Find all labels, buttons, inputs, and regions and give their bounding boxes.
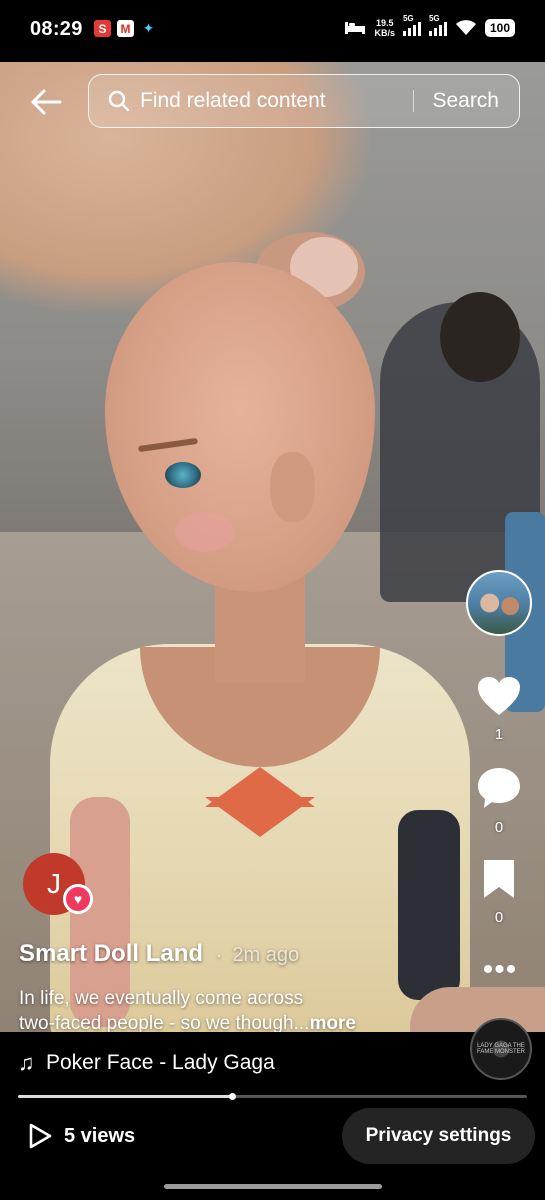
doll-ear xyxy=(270,452,315,522)
author-separator: · xyxy=(215,945,222,965)
album-disc-text: LADY GAGA THE FAME MONSTER xyxy=(476,1043,525,1055)
doll-eye xyxy=(165,462,201,488)
battery-icon: 100 xyxy=(484,19,515,37)
author-name[interactable]: Smart Doll Land xyxy=(19,940,203,967)
back-arrow-icon xyxy=(31,89,62,115)
bed-icon xyxy=(345,22,366,34)
follow-button[interactable]: ♥ xyxy=(63,884,93,914)
shopee-icon: S xyxy=(94,20,111,37)
views-count: 5 views xyxy=(64,1124,136,1147)
caption[interactable]: In life, we eventually come across two-f… xyxy=(19,986,439,1036)
home-indicator[interactable] xyxy=(164,1184,382,1189)
wifi-icon xyxy=(455,20,476,35)
like-button[interactable]: 1 xyxy=(466,675,532,743)
heart-icon xyxy=(478,677,520,715)
network-speed: 19.5 KB/s xyxy=(374,18,395,38)
search-icon xyxy=(108,90,130,112)
signal-icon: 5G xyxy=(402,14,421,36)
notification-icons: S M ✦ xyxy=(94,20,157,37)
doll-cheek xyxy=(175,512,235,552)
album-disc[interactable]: LADY GAGA THE FAME MONSTER xyxy=(470,1018,532,1080)
play-icon xyxy=(29,1123,52,1149)
bookmark-icon xyxy=(484,860,514,898)
save-count: 0 xyxy=(494,909,504,926)
progress-fill xyxy=(18,1095,232,1098)
search-input[interactable]: Find related content xyxy=(140,89,413,113)
search-divider xyxy=(413,90,415,112)
search-bar[interactable]: Find related content Search xyxy=(88,74,520,128)
game-icon: ✦ xyxy=(142,20,155,36)
privacy-settings-button[interactable]: Privacy settings xyxy=(342,1108,535,1164)
music-title[interactable]: Poker Face - Lady Gaga xyxy=(46,1051,275,1075)
status-time: 08:29 xyxy=(30,18,83,40)
post-time: 2m ago xyxy=(232,944,300,966)
like-count: 1 xyxy=(494,726,504,743)
music-note-icon: ♫ xyxy=(18,1050,35,1075)
heart-badge-icon: ♥ xyxy=(66,887,90,911)
save-button[interactable]: 0 xyxy=(466,858,532,926)
back-button[interactable] xyxy=(26,82,66,122)
system-icons: 19.5 KB/s 5G 5G 100 xyxy=(344,14,515,38)
comment-button[interactable]: 0 xyxy=(466,766,532,836)
views-indicator[interactable]: 5 views xyxy=(28,1123,135,1149)
caption-line-2: two-faced people - so we though... xyxy=(19,1013,310,1034)
status-bar: 08:29 S M ✦ 19.5 KB/s 5G 5G 100 xyxy=(0,0,545,62)
author-line: Smart Doll Land · 2m ago xyxy=(19,940,299,968)
signal-roaming-icon: 5G xyxy=(428,14,447,36)
progress-knob[interactable] xyxy=(229,1093,236,1100)
doll-robot-arm xyxy=(398,810,460,1000)
search-button[interactable]: Search xyxy=(432,89,499,113)
gmail-icon: M xyxy=(117,20,134,37)
more-options-icon[interactable]: ••• xyxy=(480,955,520,985)
comment-count: 0 xyxy=(494,819,504,836)
background-person-head xyxy=(440,292,520,382)
shirt-star-lower xyxy=(205,797,315,837)
caption-more-link[interactable]: more xyxy=(309,1013,355,1034)
comment-icon xyxy=(478,768,520,808)
creator-avatar[interactable] xyxy=(466,570,532,636)
caption-line-1: In life, we eventually come across xyxy=(19,988,304,1009)
